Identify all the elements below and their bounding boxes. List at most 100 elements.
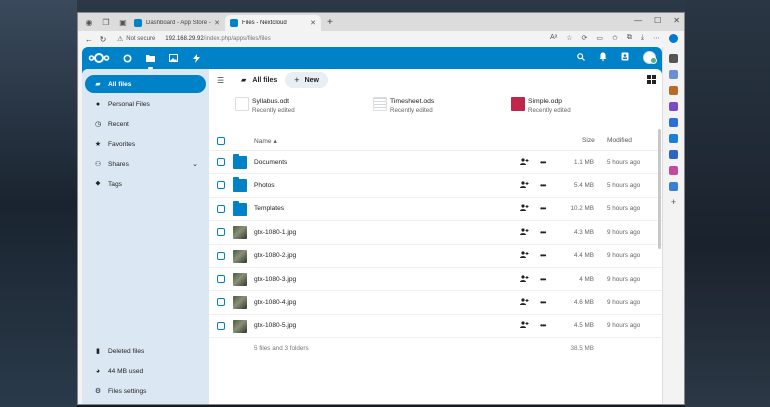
- sidebar-item-all-files[interactable]: ▰ All files: [85, 75, 206, 93]
- file-name[interactable]: gtx-1080-2.jpg: [254, 252, 296, 259]
- favorites-icon[interactable]: ✩: [612, 34, 618, 43]
- notifications-icon[interactable]: [599, 52, 607, 63]
- column-modified-header[interactable]: Modified: [607, 137, 632, 144]
- shopping-icon[interactable]: [669, 70, 678, 79]
- sidebar-item-favorites[interactable]: ★ Favorites: [85, 135, 206, 153]
- telegram-icon[interactable]: [669, 182, 678, 191]
- sidebar-item-deleted-files[interactable]: ▮ Deleted files: [85, 342, 206, 360]
- row-checkbox[interactable]: [217, 321, 225, 330]
- table-row[interactable]: Documents ••• 1.1 MB 5 hours ago: [209, 151, 662, 175]
- games-icon[interactable]: [669, 102, 678, 111]
- share-icon[interactable]: [520, 204, 529, 213]
- dashboard-icon[interactable]: [122, 53, 133, 64]
- sidebar-item-tags[interactable]: ⬥ Tags: [85, 175, 206, 193]
- file-name[interactable]: gtx-1080-5.jpg: [254, 322, 296, 329]
- table-row[interactable]: gtx-1080-3.jpg ••• 4 MB 9 hours ago: [209, 268, 662, 292]
- file-name[interactable]: gtx-1080-4.jpg: [254, 299, 296, 306]
- recent-file-card[interactable]: Simple.odp Recently edited: [511, 97, 649, 131]
- refresh-icon[interactable]: ↻: [97, 35, 109, 44]
- designer-icon[interactable]: [669, 166, 678, 175]
- add-icon[interactable]: +: [669, 198, 678, 207]
- split-screen-icon[interactable]: ▭: [596, 34, 603, 43]
- close-icon[interactable]: ✕: [214, 19, 220, 27]
- row-checkbox[interactable]: [217, 228, 225, 237]
- search-icon[interactable]: [669, 54, 678, 63]
- more-actions-icon[interactable]: •••: [540, 298, 546, 307]
- recent-file-card[interactable]: Syllabus.odt Recently edited: [235, 97, 373, 131]
- row-checkbox[interactable]: [217, 274, 225, 283]
- more-actions-icon[interactable]: •••: [540, 228, 546, 237]
- file-name[interactable]: Photos: [254, 182, 275, 189]
- more-actions-icon[interactable]: •••: [540, 275, 546, 284]
- photos-icon[interactable]: [168, 53, 179, 64]
- share-icon[interactable]: [520, 321, 529, 330]
- maximize-icon[interactable]: ☐: [654, 16, 661, 25]
- share-icon[interactable]: [520, 228, 529, 237]
- row-checkbox[interactable]: [217, 251, 225, 260]
- more-actions-icon[interactable]: •••: [540, 321, 546, 330]
- share-icon[interactable]: [520, 181, 529, 190]
- collections-icon[interactable]: ⧉: [627, 34, 632, 43]
- chevron-down-icon[interactable]: ⌄: [192, 160, 198, 168]
- close-icon[interactable]: ✕: [310, 19, 316, 27]
- grid-view-icon[interactable]: [647, 75, 656, 84]
- column-name-header[interactable]: Name ▴: [254, 137, 277, 145]
- close-window-icon[interactable]: ✕: [673, 16, 680, 25]
- share-icon[interactable]: [520, 251, 529, 260]
- drop-icon[interactable]: [669, 150, 678, 159]
- share-icon[interactable]: [520, 275, 529, 284]
- office-icon[interactable]: [669, 134, 678, 143]
- tools-icon[interactable]: [669, 86, 678, 95]
- row-checkbox[interactable]: [217, 298, 225, 307]
- file-name[interactable]: gtx-1080-1.jpg: [254, 229, 296, 236]
- new-button[interactable]: + New: [285, 72, 328, 88]
- workspaces-icon[interactable]: ❐: [100, 16, 112, 28]
- sidebar-item-recent[interactable]: ◷ Recent: [85, 115, 206, 133]
- read-aloud-icon[interactable]: Aᵃ: [550, 34, 557, 43]
- activity-icon[interactable]: [191, 53, 202, 64]
- share-icon[interactable]: [520, 298, 529, 307]
- breadcrumb[interactable]: ▰ All files: [241, 76, 277, 85]
- sidebar-toggle-icon[interactable]: ☰: [217, 76, 227, 85]
- outlook-icon[interactable]: [669, 118, 678, 127]
- more-actions-icon[interactable]: •••: [540, 181, 546, 190]
- select-all-checkbox[interactable]: [217, 136, 225, 145]
- tab-actions-icon[interactable]: ▣: [117, 16, 129, 28]
- scrollbar[interactable]: [658, 129, 661, 249]
- table-row[interactable]: gtx-1080-4.jpg ••• 4.6 MB 9 hours ago: [209, 291, 662, 315]
- downloads-icon[interactable]: ⤓: [641, 34, 644, 43]
- search-icon[interactable]: [577, 52, 585, 63]
- table-row[interactable]: gtx-1080-1.jpg ••• 4.3 MB 9 hours ago: [209, 221, 662, 245]
- back-icon[interactable]: ←: [83, 35, 95, 44]
- extensions-icon[interactable]: ⟳: [582, 34, 588, 43]
- sidebar-item-personal-files[interactable]: ● Personal Files: [85, 95, 206, 113]
- table-row[interactable]: gtx-1080-2.jpg ••• 4.4 MB 9 hours ago: [209, 245, 662, 268]
- tab-files[interactable]: Files - Nextcloud ✕: [225, 15, 321, 31]
- file-name[interactable]: Documents: [254, 159, 287, 166]
- sidebar-item-shares[interactable]: ⚇ Shares ⌄: [85, 155, 206, 173]
- sidebar-item-files-settings[interactable]: ⚙ Files settings: [85, 382, 206, 400]
- share-icon[interactable]: [520, 158, 529, 167]
- favorite-star-icon[interactable]: ☆: [566, 34, 572, 43]
- new-tab-button[interactable]: +: [327, 17, 333, 28]
- copilot-icon[interactable]: [669, 34, 678, 43]
- row-checkbox[interactable]: [217, 181, 225, 190]
- avatar[interactable]: [643, 51, 657, 64]
- more-actions-icon[interactable]: •••: [540, 251, 546, 260]
- recent-file-card[interactable]: Timesheet.ods Recently edited: [373, 97, 511, 131]
- url-field[interactable]: 192.168.29.92/index.php/apps/files/files: [165, 36, 270, 42]
- table-row[interactable]: Photos ••• 5.4 MB 5 hours ago: [209, 174, 662, 198]
- file-name[interactable]: gtx-1080-3.jpg: [254, 276, 296, 283]
- files-icon[interactable]: [145, 53, 156, 69]
- file-name[interactable]: Templates: [254, 205, 284, 212]
- nextcloud-logo[interactable]: [88, 51, 110, 65]
- contacts-icon[interactable]: [621, 52, 629, 63]
- more-actions-icon[interactable]: •••: [540, 204, 546, 213]
- settings-more-icon[interactable]: ⋯: [653, 34, 660, 43]
- column-size-header[interactable]: Size: [582, 137, 595, 144]
- more-actions-icon[interactable]: •••: [540, 158, 546, 167]
- security-indicator[interactable]: ⚠ Not secure: [117, 35, 155, 43]
- row-checkbox[interactable]: [217, 158, 225, 166]
- tab-dashboard[interactable]: Dashboard - App Store - Nextcl ✕: [129, 15, 225, 31]
- table-row[interactable]: gtx-1080-5.jpg ••• 4.5 MB 9 hours ago: [209, 315, 662, 339]
